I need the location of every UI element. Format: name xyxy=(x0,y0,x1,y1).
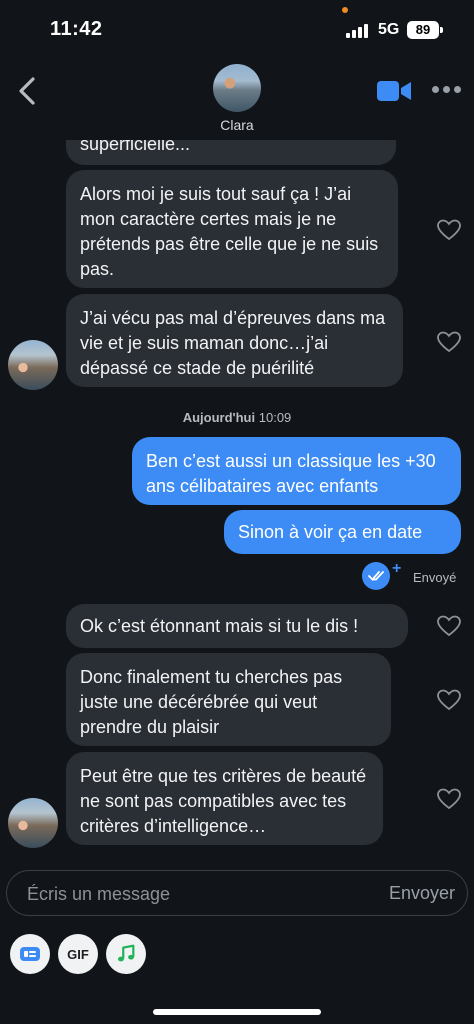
contact-avatar-small[interactable] xyxy=(8,340,58,390)
heart-icon[interactable] xyxy=(436,688,462,712)
more-options-icon[interactable] xyxy=(432,86,462,96)
message-bubble-received[interactable]: Donc finalement tu cherches pas juste un… xyxy=(66,653,391,746)
send-button[interactable]: Envoyer xyxy=(389,883,455,904)
message-bubble-received[interactable]: Alors moi je suis tout sauf ça ! J’ai mo… xyxy=(66,170,398,288)
sent-check-icon xyxy=(362,562,390,590)
heart-icon[interactable] xyxy=(436,330,462,354)
back-arrow-icon[interactable] xyxy=(14,76,42,106)
message-composer: Envoyer xyxy=(6,870,468,917)
message-text: Sinon à voir ça en date xyxy=(238,522,423,542)
gif-button[interactable]: GIF xyxy=(58,934,98,974)
message-bubble-received[interactable]: superficielle... xyxy=(66,140,396,165)
music-note-icon xyxy=(118,944,135,962)
message-text: Peut être que tes critères de beauté ne … xyxy=(80,766,367,836)
heart-icon[interactable] xyxy=(436,218,462,242)
status-bar: 11:42 5G 89 xyxy=(0,0,474,60)
battery-icon: 89 xyxy=(407,21,439,39)
music-button[interactable] xyxy=(106,934,146,974)
contact-avatar[interactable] xyxy=(213,64,261,112)
privacy-indicator-dot xyxy=(342,7,348,13)
message-text: J’ai vécu pas mal d’épreuves dans ma vie… xyxy=(80,308,386,378)
contact-name[interactable]: Clara xyxy=(0,117,474,133)
sticker-button[interactable] xyxy=(10,934,50,974)
plus-icon: + xyxy=(392,560,402,577)
divider-day: Aujourd'hui xyxy=(182,410,256,425)
date-divider: Aujourd'hui 10:09 xyxy=(0,410,474,425)
message-bubble-received[interactable]: Peut être que tes critères de beauté ne … xyxy=(66,752,383,845)
sticker-icon xyxy=(20,947,40,961)
heart-icon[interactable] xyxy=(436,787,462,811)
message-bubble-sent[interactable]: Ben c’est aussi un classique les +30 ans… xyxy=(132,437,461,505)
heart-icon[interactable] xyxy=(436,614,462,638)
battery-tip xyxy=(440,27,443,33)
status-time: 11:42 xyxy=(50,18,103,40)
divider-time: 10:09 xyxy=(258,410,292,425)
message-input[interactable] xyxy=(25,871,359,917)
contact-avatar-small[interactable] xyxy=(8,798,58,848)
chat-thread[interactable]: superficielle... Alors moi je suis tout … xyxy=(0,140,474,865)
message-bubble-received[interactable]: Ok c’est étonnant mais si tu le dis ! xyxy=(66,604,408,648)
video-call-icon[interactable] xyxy=(376,80,412,102)
home-indicator xyxy=(153,1009,321,1015)
message-bubble-received[interactable]: J’ai vécu pas mal d’épreuves dans ma vie… xyxy=(66,294,403,387)
gif-icon: GIF xyxy=(67,946,89,962)
message-text: Ben c’est aussi un classique les +30 ans… xyxy=(146,451,436,496)
message-bubble-sent[interactable]: Sinon à voir ça en date xyxy=(224,510,461,554)
message-text: Ok c’est étonnant mais si tu le dis ! xyxy=(80,616,359,636)
sent-status: Envoyé xyxy=(413,570,457,585)
signal-icon xyxy=(346,24,370,38)
network-type: 5G xyxy=(378,21,400,38)
message-text: Alors moi je suis tout sauf ça ! J’ai mo… xyxy=(80,184,379,279)
message-text: superficielle... xyxy=(80,140,191,154)
message-text: Donc finalement tu cherches pas juste un… xyxy=(80,667,343,737)
